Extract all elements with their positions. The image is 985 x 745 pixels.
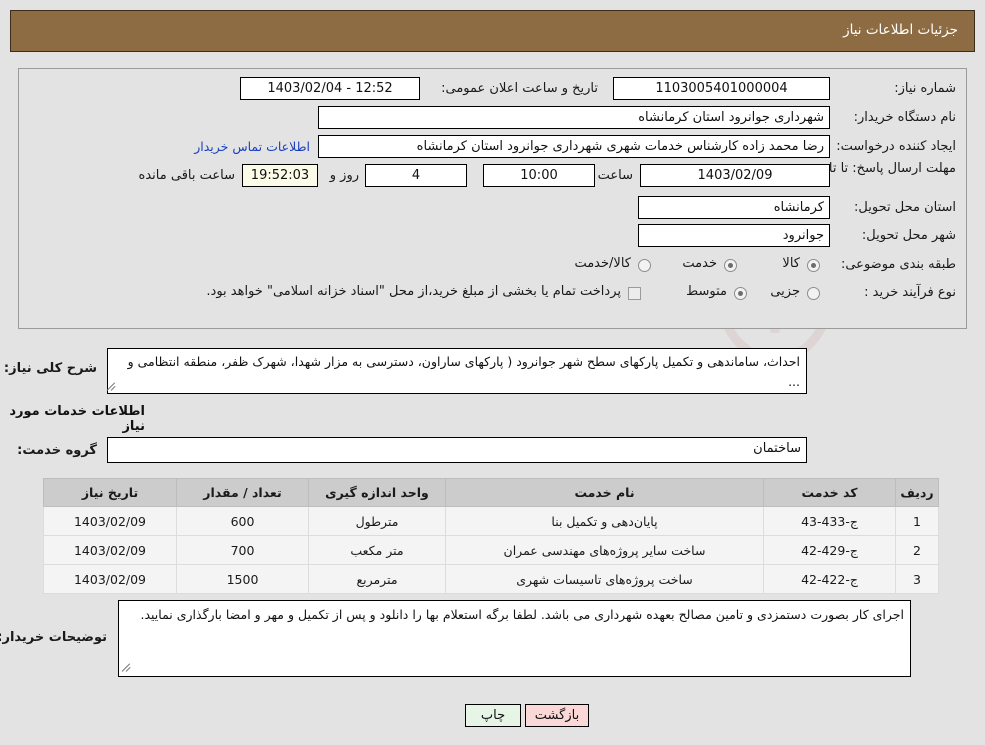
page-header: جزئیات اطلاعات نیاز (10, 10, 975, 52)
print-button[interactable]: چاپ (465, 704, 521, 727)
remaining-days-value: 4 (365, 164, 467, 187)
page-title: جزئیات اطلاعات نیاز (843, 22, 958, 38)
cell-quantity: 700 (176, 535, 309, 565)
buyer-notes-label: توضیحات خریدار: (0, 630, 107, 645)
treasury-bonds-label: پرداخت تمام یا بخشی از مبلغ خرید،از محل … (206, 284, 621, 299)
category-label: طبقه بندی موضوعی: (840, 257, 956, 272)
announce-datetime-value: 12:52 - 1403/02/04 (240, 77, 420, 100)
table-row: 2 ج-429-42 ساخت سایر پروژه‌های مهندسی عم… (43, 535, 939, 565)
cell-quantity: 600 (176, 506, 309, 536)
cell-service-name: ساخت سایر پروژه‌های مهندسی عمران (445, 535, 764, 565)
need-info-panel: شماره نیاز: 1103005401000004 تاریخ و ساع… (18, 68, 967, 329)
radio-category-khedmat[interactable] (724, 259, 737, 272)
radio-process-jozei-label: جزیی (770, 284, 800, 299)
table-row: 1 ج-433-43 پایان‌دهی و تکمیل بنا مترطول … (43, 506, 939, 536)
service-group-value[interactable]: ساختمان (107, 437, 807, 463)
radio-category-kala-khedmat[interactable] (638, 259, 651, 272)
treasury-bonds-checkbox[interactable] (628, 287, 641, 300)
countdown-suffix: ساعت باقی مانده (138, 168, 235, 183)
overview-text[interactable]: احداث، ساماندهی و تکمیل پارکهای سطح شهر … (107, 348, 807, 394)
th-service-code: کد خدمت (763, 478, 896, 507)
th-need-date: تاریخ نیاز (43, 478, 177, 507)
cell-unit: مترطول (308, 506, 446, 536)
province-value: کرمانشاه (638, 196, 830, 219)
need-number-value: 1103005401000004 (613, 77, 830, 100)
cell-row-index: 2 (895, 535, 939, 565)
radio-process-motevaset-label: متوسط (686, 284, 727, 299)
cell-need-date: 1403/02/09 (43, 506, 177, 536)
deadline-label: مهلت ارسال پاسخ: تا تاریخ: (806, 161, 956, 176)
buyer-org-value: شهرداری جوانرود استان کرمانشاه (318, 106, 830, 129)
need-number-label: شماره نیاز: (894, 81, 956, 96)
radio-category-kala-label: کالا (782, 256, 800, 271)
cell-row-index: 3 (895, 564, 939, 594)
cell-service-code: ج-422-42 (763, 564, 896, 594)
services-table-wrapper: ردیف کد خدمت نام خدمت واحد اندازه گیری ت… (43, 478, 939, 594)
city-label: شهر محل تحویل: (861, 228, 956, 243)
buyer-notes-text[interactable]: اجرای کار بصورت دستمزدی و تامین مصالح بع… (118, 600, 911, 677)
service-group-label: گروه خدمت: (17, 443, 97, 458)
cell-service-name: ساخت پروژه‌های تاسیسات شهری (445, 564, 764, 594)
radio-category-kala[interactable] (807, 259, 820, 272)
cell-unit: مترمربع (308, 564, 446, 594)
deadline-hour-label: ساعت (597, 168, 633, 183)
province-label: استان محل تحویل: (854, 200, 956, 215)
creator-label: ایجاد کننده درخواست: (836, 139, 956, 154)
services-table: ردیف کد خدمت نام خدمت واحد اندازه گیری ت… (43, 478, 939, 594)
remaining-days-suffix: روز و (329, 168, 359, 183)
deadline-date-value: 1403/02/09 (640, 164, 830, 187)
creator-value: رضا محمد زاده کارشناس خدمات شهری شهرداری… (318, 135, 830, 158)
table-row: 3 ج-422-42 ساخت پروژه‌های تاسیسات شهری م… (43, 564, 939, 594)
countdown-value: 19:52:03 (242, 164, 318, 187)
deadline-hour-value: 10:00 (483, 164, 595, 187)
services-section-heading: اطلاعات خدمات مورد نیاز (9, 404, 145, 434)
city-value: جوانرود (638, 224, 830, 247)
overview-label: شرح کلی نیاز: (3, 361, 97, 376)
radio-category-khedmat-label: خدمت (682, 256, 717, 271)
cell-quantity: 1500 (176, 564, 309, 594)
cell-need-date: 1403/02/09 (43, 535, 177, 565)
back-button[interactable]: بازگشت (525, 704, 589, 727)
page-root: جزئیات اطلاعات نیاز AriaTender.net شماره… (0, 0, 985, 745)
radio-process-jozei[interactable] (807, 287, 820, 300)
cell-need-date: 1403/02/09 (43, 564, 177, 594)
table-header-row: ردیف کد خدمت نام خدمت واحد اندازه گیری ت… (43, 478, 939, 507)
cell-row-index: 1 (895, 506, 939, 536)
cell-unit: متر مکعب (308, 535, 446, 565)
buyer-contact-link[interactable]: اطلاعات تماس خریدار (194, 139, 310, 154)
cell-service-name: پایان‌دهی و تکمیل بنا (445, 506, 764, 536)
cell-service-code: ج-433-43 (763, 506, 896, 536)
th-row-index: ردیف (895, 478, 939, 507)
radio-category-kala-khedmat-label: کالا/خدمت (574, 256, 631, 271)
radio-process-motevaset[interactable] (734, 287, 747, 300)
th-quantity: تعداد / مقدار (176, 478, 309, 507)
th-unit: واحد اندازه گیری (308, 478, 446, 507)
announce-datetime-label: تاریخ و ساعت اعلان عمومی: (441, 81, 598, 96)
th-service-name: نام خدمت (445, 478, 764, 507)
cell-service-code: ج-429-42 (763, 535, 896, 565)
process-label: نوع فرآیند خرید : (864, 285, 956, 300)
buyer-org-label: نام دستگاه خریدار: (853, 110, 956, 125)
